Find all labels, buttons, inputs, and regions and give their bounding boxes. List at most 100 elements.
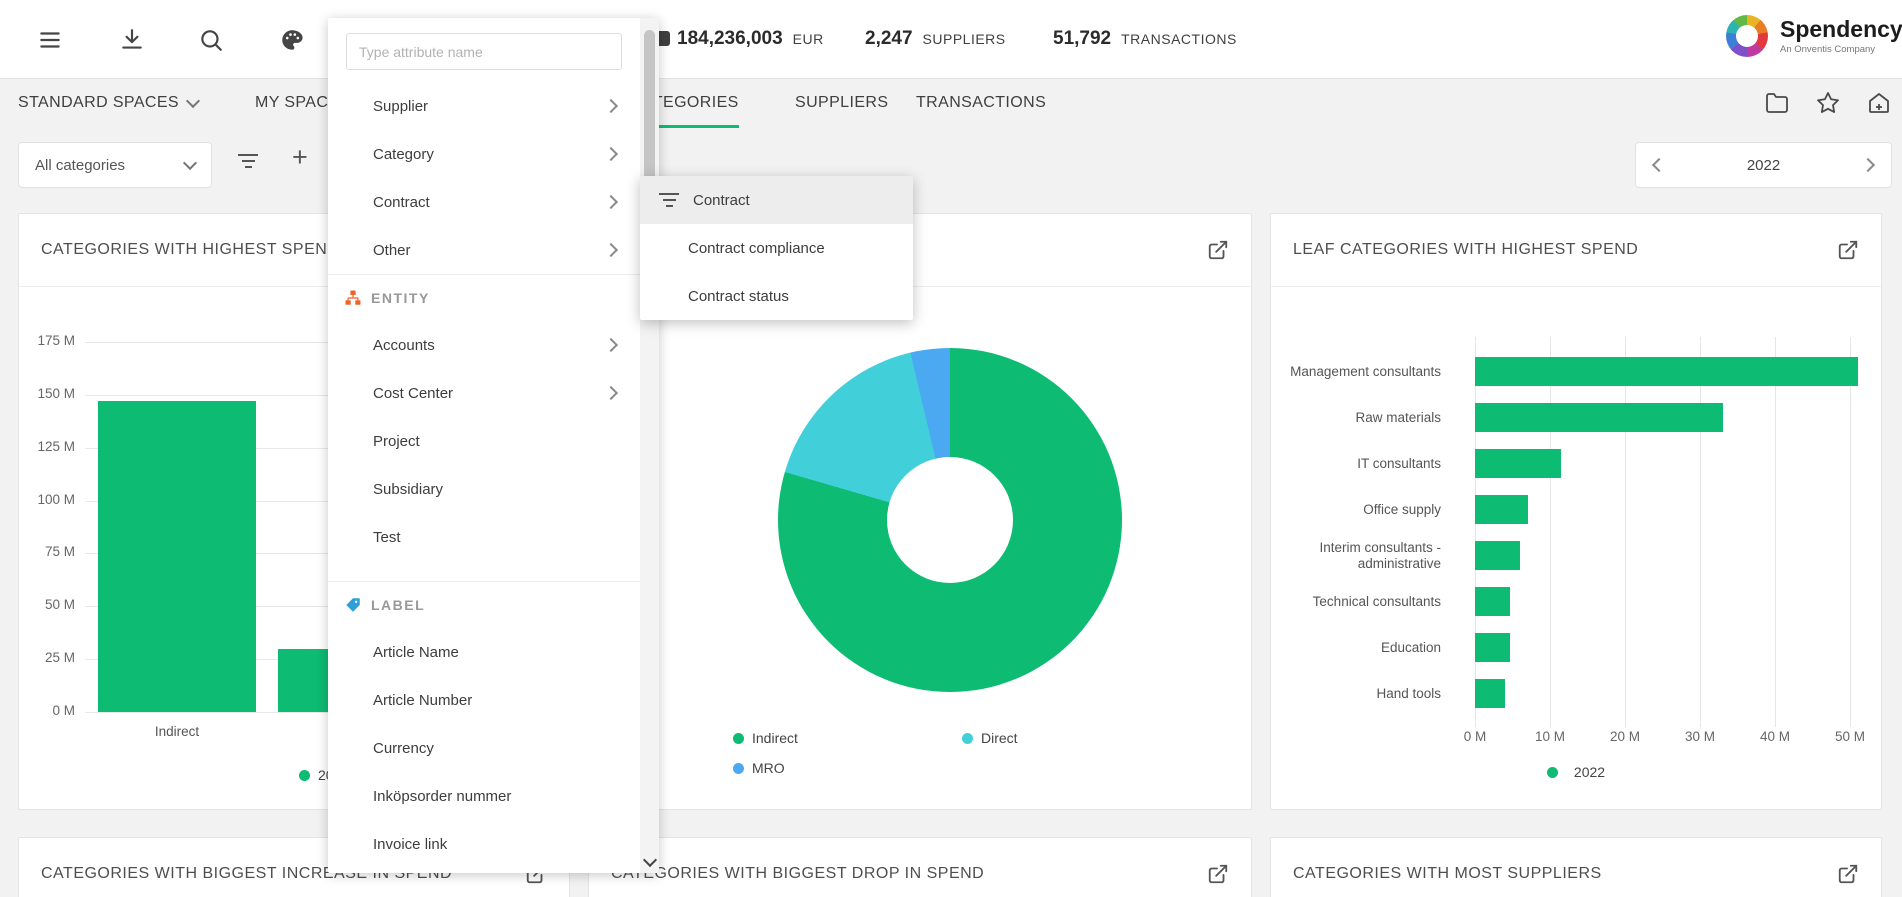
bar-1[interactable] — [1475, 357, 1858, 386]
stat-suppliers: 2,247 SUPPLIERS — [865, 0, 1006, 78]
y-tick-label: 150 M — [23, 386, 75, 401]
category-label: Interim consultants - administrative — [1271, 533, 1457, 579]
scrollbar[interactable] — [640, 18, 659, 873]
menu-item-currency[interactable]: Currency — [328, 724, 640, 772]
menu-item-article-name[interactable]: Article Name — [328, 628, 640, 676]
chevron-right-icon — [604, 99, 618, 113]
menu-item-test[interactable]: Test — [328, 513, 640, 561]
submenu-item-contract-compliance[interactable]: Contract compliance — [640, 224, 913, 272]
top-bar: 184,236,003 EUR 2,247 SUPPLIERS 51,792 T… — [0, 0, 1902, 79]
y-tick-label: 50 M — [23, 597, 75, 612]
palette-icon[interactable] — [279, 27, 305, 53]
y-tick-label: 175 M — [23, 333, 75, 348]
suppliers-value: 2,247 — [865, 28, 913, 50]
bar-7[interactable] — [1475, 633, 1510, 662]
category-filter-select[interactable]: All categories — [18, 142, 212, 188]
download-icon[interactable] — [119, 27, 145, 53]
gridline — [1700, 337, 1701, 727]
menu-item-label: Article Name — [373, 644, 459, 661]
menu-item-inkopsorder-nummer[interactable]: Inköpsorder nummer — [328, 772, 640, 820]
y-tick-label: 75 M — [23, 544, 75, 559]
menu-item-label: Test — [373, 529, 401, 546]
gridline — [1550, 337, 1551, 727]
chevron-down-icon — [183, 156, 197, 170]
add-widget-icon[interactable]: + — [292, 146, 308, 168]
menu-item-label: Article Number — [373, 692, 472, 709]
menu-item-contract[interactable]: Contract — [328, 178, 640, 226]
menu-item-accounts[interactable]: Accounts — [328, 321, 640, 369]
external-link-icon[interactable] — [1837, 863, 1859, 885]
attribute-menu: Supplier Category Contract Other ENTITY … — [328, 18, 659, 873]
y-tick-label: 100 M — [23, 492, 75, 507]
bar-8[interactable] — [1475, 679, 1505, 708]
chevron-right-icon — [604, 195, 618, 209]
attribute-menu-content: Supplier Category Contract Other ENTITY … — [328, 18, 640, 873]
contract-submenu: Contract Contract compliance Contract st… — [640, 176, 913, 320]
menu-item-label: Invoice link — [373, 836, 447, 853]
previous-year-icon[interactable] — [1652, 158, 1666, 172]
legend-label: 2022 — [1574, 764, 1605, 780]
category-label: Management consultants — [1271, 349, 1457, 395]
next-year-icon[interactable] — [1861, 158, 1875, 172]
tab-standard-spaces[interactable]: STANDARD SPACES — [18, 78, 198, 128]
gridline — [1625, 337, 1626, 727]
menu-item-invoice-link[interactable]: Invoice link — [328, 820, 640, 868]
x-tick-label: 10 M — [1515, 729, 1585, 744]
tab-suppliers[interactable]: SUPPLIERS — [795, 78, 888, 128]
attribute-search-input[interactable] — [346, 33, 622, 70]
tab-transactions[interactable]: TRANSACTIONS — [916, 78, 1046, 128]
chart-legend[interactable]: 2022 — [1271, 764, 1881, 780]
x-tick-label: 0 M — [1440, 729, 1510, 744]
menu-item-cost-center[interactable]: Cost Center — [328, 369, 640, 417]
menu-item-category[interactable]: Category — [328, 130, 640, 178]
year-navigator: 2022 — [1635, 142, 1892, 188]
bar-3[interactable] — [1475, 449, 1561, 478]
star-icon[interactable] — [1816, 91, 1840, 115]
gridline — [1775, 337, 1776, 727]
legend-item-mro[interactable]: MRO — [733, 760, 785, 776]
menu-item-subsidiary[interactable]: Subsidiary — [328, 465, 640, 513]
submenu-item-contract-status[interactable]: Contract status — [640, 272, 913, 320]
card-most-suppliers: CATEGORIES WITH MOST SUPPLIERS — [1270, 837, 1882, 897]
bar-6[interactable] — [1475, 587, 1510, 616]
section-header-label: LABEL — [371, 597, 425, 613]
tab-bar: STANDARD SPACES MY SPACES CATEGORIES SUP… — [0, 78, 1902, 128]
card-title: CATEGORIES WITH MOST SUPPLIERS — [1293, 865, 1602, 883]
chevron-down-icon — [186, 94, 200, 108]
external-link-icon[interactable] — [1207, 863, 1229, 885]
donut-hole — [887, 457, 1013, 583]
x-tick-label: 50 M — [1815, 729, 1885, 744]
bar-4[interactable] — [1475, 495, 1528, 524]
donut-chart[interactable] — [778, 348, 1122, 692]
menu-item-article-number[interactable]: Article Number — [328, 676, 640, 724]
submenu-item-label: Contract compliance — [688, 240, 825, 257]
search-icon[interactable] — [198, 27, 224, 53]
external-link-icon[interactable] — [1207, 239, 1229, 261]
menu-item-project[interactable]: Project — [328, 417, 640, 465]
total-spend-value: 184,236,003 — [677, 28, 783, 50]
y-tick-label: 25 M — [23, 650, 75, 665]
legend-item-indirect[interactable]: Indirect — [733, 730, 798, 746]
legend-label: MRO — [752, 760, 785, 776]
card-title: CATEGORIES WITH HIGHEST SPEND — [41, 241, 339, 259]
submenu-item-contract[interactable]: Contract — [640, 176, 913, 224]
legend-dot — [733, 733, 744, 744]
folder-icon[interactable] — [1765, 91, 1789, 115]
transactions-label: TRANSACTIONS — [1121, 31, 1237, 47]
legend-item-direct[interactable]: Direct — [962, 730, 1018, 746]
home-add-icon[interactable] — [1867, 91, 1891, 115]
menu-icon[interactable] — [37, 27, 63, 53]
menu-item-label: Subsidiary — [373, 481, 443, 498]
filter-icon[interactable] — [237, 150, 259, 172]
scroll-down-icon[interactable] — [643, 853, 657, 867]
card-header: CATEGORIES WITH BIGGEST DROP IN SPEND — [589, 838, 1251, 897]
tab-suppliers-label: SUPPLIERS — [795, 94, 888, 112]
external-link-icon[interactable] — [1837, 239, 1859, 261]
bar-5[interactable] — [1475, 541, 1520, 570]
menu-item-supplier[interactable]: Supplier — [328, 82, 640, 130]
bar-2[interactable] — [1475, 403, 1723, 432]
bar-indirect[interactable] — [98, 401, 256, 712]
filter-bar: All categories + 2022 — [0, 128, 1902, 195]
menu-item-other[interactable]: Other — [328, 226, 640, 274]
spendency-dashboard: 184,236,003 EUR 2,247 SUPPLIERS 51,792 T… — [0, 0, 1902, 897]
